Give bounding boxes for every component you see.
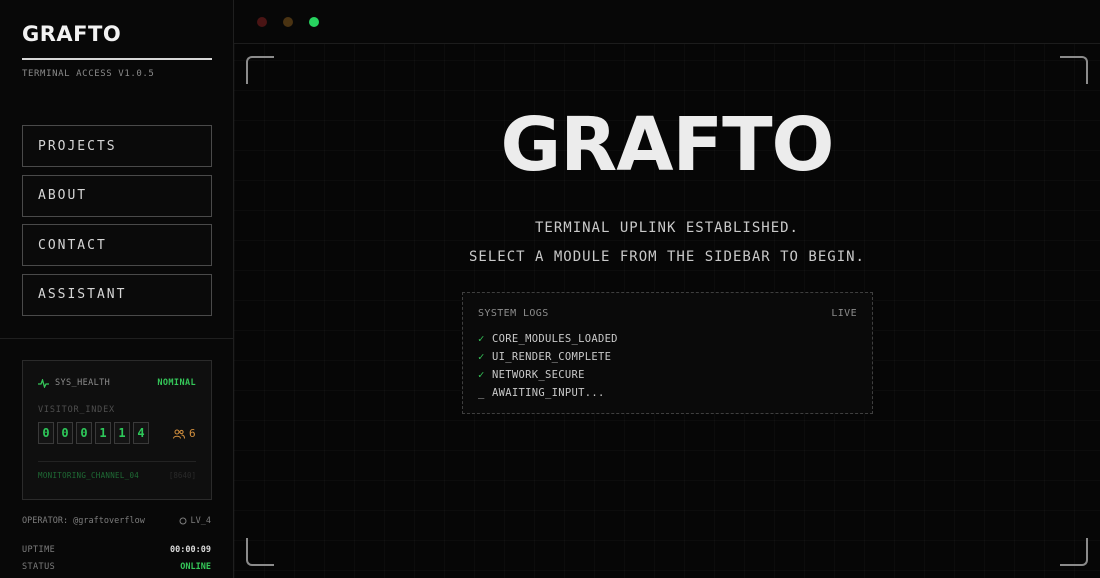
version-label: TERMINAL ACCESS V1.0.5 [22, 69, 155, 79]
uptime-row: UPTIME 00:00:09 [22, 545, 211, 555]
app-window: GRAFTO TERMINAL ACCESS V1.0.5 PROJECTS A… [0, 0, 1100, 578]
monitor-row: MONITORING_CHANNEL_04 [8640] [38, 471, 196, 480]
live-badge: LIVE [831, 308, 857, 319]
status-value: ONLINE [180, 562, 211, 572]
hero-title: GRAFTO [500, 102, 835, 188]
log-list: ✓ CORE_MODULES_LOADED ✓ UI_RENDER_COMPLE… [478, 330, 618, 402]
health-header: SYS_HEALTH NOMINAL [38, 378, 196, 388]
system-health-panel: SYS_HEALTH NOMINAL VISITOR_INDEX 0 0 0 1… [22, 360, 212, 500]
frame-corner-bottom-left [246, 538, 274, 566]
frame-corner-bottom-right [1060, 538, 1088, 566]
logs-header: SYSTEM LOGS LIVE [478, 308, 857, 319]
frame-corner-top-right [1060, 56, 1088, 84]
brand-logo: GRAFTO [22, 22, 122, 46]
sidebar: GRAFTO TERMINAL ACCESS V1.0.5 PROJECTS A… [0, 0, 234, 578]
main-panel: GRAFTO TERMINAL UPLINK ESTABLISHED. SELE… [234, 0, 1100, 578]
maximize-window-button[interactable] [309, 17, 319, 27]
level-label: LV_4 [190, 516, 211, 526]
instruction-message: SELECT A MODULE FROM THE SIDEBAR TO BEGI… [468, 249, 865, 265]
minimize-window-button[interactable] [283, 17, 293, 27]
log-text: CORE_MODULES_LOADED [492, 333, 618, 345]
log-text: AWAITING_INPUT... [492, 387, 605, 399]
health-divider [38, 461, 196, 462]
logs-title: SYSTEM LOGS [478, 308, 549, 319]
monitoring-port: [8640] [168, 471, 196, 480]
log-text: UI_RENDER_COMPLETE [492, 351, 612, 363]
health-status-badge: NOMINAL [157, 378, 196, 388]
counter-digit: 1 [95, 422, 111, 444]
system-logs-panel: SYSTEM LOGS LIVE ✓ CORE_MODULES_LOADED ✓… [462, 292, 873, 414]
close-window-button[interactable] [257, 17, 267, 27]
counter-digit: 1 [114, 422, 130, 444]
ring-icon [179, 517, 187, 525]
operator-label: OPERATOR: @graftoverflow [22, 516, 145, 526]
health-label: SYS_HEALTH [55, 378, 111, 388]
uplink-message: TERMINAL UPLINK ESTABLISHED. [534, 220, 799, 236]
status-row: STATUS ONLINE [22, 562, 211, 572]
log-item: ✓ UI_RENDER_COMPLETE [478, 348, 618, 366]
active-users: 6 [173, 427, 196, 440]
log-text: NETWORK_SECURE [492, 369, 585, 381]
nav-item-projects[interactable]: PROJECTS [22, 125, 212, 167]
frame-corner-top-left [246, 56, 274, 84]
counter-digit: 4 [133, 422, 149, 444]
log-item: ✓ CORE_MODULES_LOADED [478, 330, 618, 348]
nav-item-contact[interactable]: CONTACT [22, 224, 212, 266]
sidebar-nav: PROJECTS ABOUT CONTACT ASSISTANT [22, 125, 212, 323]
counter-digit: 0 [38, 422, 54, 444]
active-users-count: 6 [189, 427, 196, 440]
check-icon: ✓ [478, 333, 485, 345]
operator-row: OPERATOR: @graftoverflow LV_4 [22, 516, 211, 526]
uptime-value: 00:00:09 [170, 545, 211, 555]
check-icon: ✓ [478, 369, 485, 381]
title-bar [234, 0, 1100, 44]
counter-digit: 0 [57, 422, 73, 444]
brand-divider [22, 58, 212, 60]
log-item: ✓ NETWORK_SECURE [478, 366, 618, 384]
nav-item-about[interactable]: ABOUT [22, 174, 212, 217]
visitor-counter: 0 0 0 1 1 4 [38, 422, 149, 444]
counter-digit: 0 [76, 422, 92, 444]
health-label-group: SYS_HEALTH [38, 378, 110, 388]
nav-item-assistant[interactable]: ASSISTANT [22, 273, 212, 316]
monitoring-channel: MONITORING_CHANNEL_04 [38, 471, 140, 480]
status-label: STATUS [22, 562, 56, 572]
visitor-index-label: VISITOR_INDEX [38, 405, 115, 415]
sidebar-divider [0, 338, 234, 339]
log-item: _ AWAITING_INPUT... [478, 384, 618, 402]
users-icon [173, 429, 185, 439]
cursor-icon: _ [478, 387, 485, 399]
pulse-icon [38, 378, 49, 388]
check-icon: ✓ [478, 351, 485, 363]
uptime-label: UPTIME [22, 545, 56, 555]
level-badge: LV_4 [179, 516, 211, 526]
